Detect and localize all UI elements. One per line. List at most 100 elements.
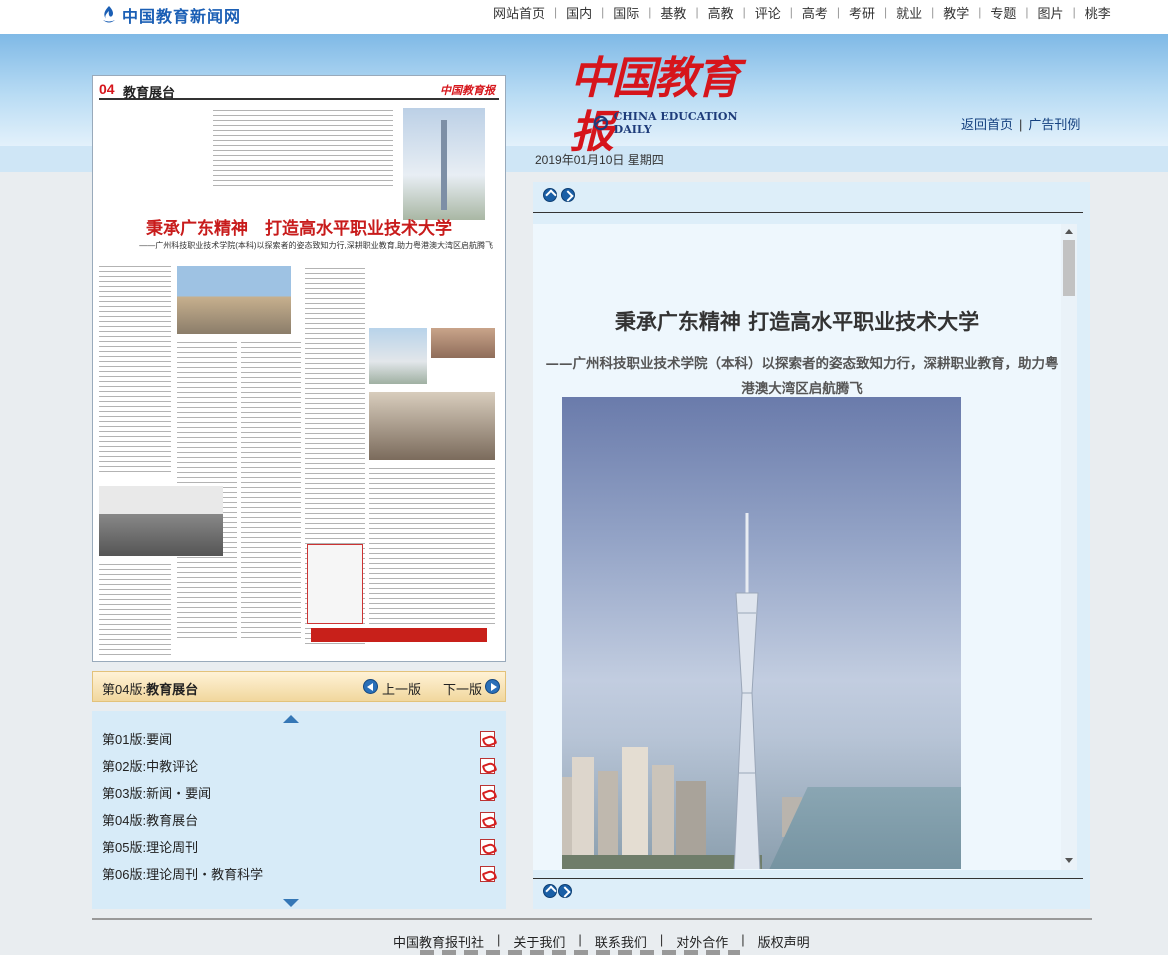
page-list-item[interactable]: 第02版:中教评论 [92, 753, 506, 780]
pdf-icon[interactable] [480, 758, 495, 774]
footer-separator: | [741, 932, 745, 947]
page-number: 第06版: [102, 867, 147, 882]
pdf-icon[interactable] [480, 839, 495, 855]
thumbnail-column [241, 340, 301, 640]
nav-link[interactable]: 教学 [934, 3, 978, 22]
page-thumbnail[interactable]: 04 教育展台 中国教育报 秉承广东精神 打造高水平职业技术大学 ——广州科技职… [92, 75, 506, 662]
scroll-down-icon[interactable] [283, 899, 299, 907]
home-icon[interactable] [543, 188, 557, 202]
forward-icon[interactable] [558, 884, 572, 898]
nav-link[interactable]: 专题 [981, 3, 1025, 22]
pdf-icon[interactable] [480, 731, 495, 747]
thumbnail-stadium-photo [369, 328, 427, 384]
page-name: 教育展台 [146, 813, 199, 828]
article-bottom-toolbar [543, 884, 572, 898]
thumbnail-column [369, 466, 495, 626]
canton-tower [733, 513, 761, 869]
thumbnail-deck: ——广州科技职业技术学院(本科)以探索者的姿态致知力行,深耕职业教育,助力粤港澳… [139, 241, 493, 250]
site-logo-text: 中国教育新闻网 [122, 7, 242, 26]
page-number: 第04版: [102, 813, 147, 828]
page-list-item[interactable]: 第03版:新闻・要闻 [92, 780, 506, 807]
page-number: 第05版: [102, 840, 147, 855]
current-page-name: 教育展台 [146, 682, 199, 697]
page-list-item[interactable]: 第04版:教育展台 [92, 807, 506, 834]
page-name: 理论周刊・教育科学 [146, 867, 264, 882]
flame-logo-icon [103, 6, 115, 23]
page-list-item[interactable]: 第06版:理论周刊・教育科学 [92, 861, 506, 888]
current-page-label: 第04版:教育展台 [102, 679, 198, 698]
thumbnail-headline: 秉承广东精神 打造高水平职业技术大学 [146, 219, 452, 238]
footer-separator: | [497, 932, 501, 947]
scroll-down-arrow-icon[interactable] [1065, 858, 1073, 863]
article-content: 秉承广东精神 打造高水平职业技术大学 ——广州科技职业技术学院（本科）以探索者的… [533, 224, 1061, 870]
article-panel: 秉承广东精神 打造高水平职业技术大学 ——广州科技职业技术学院（本科）以探索者的… [533, 182, 1090, 909]
footer-link[interactable]: 联系我们 [595, 932, 647, 951]
return-home-link[interactable]: 返回首页 [961, 117, 1013, 132]
footer-link[interactable]: 对外合作 [676, 932, 728, 951]
masthead-subtitle-row: CHINA EDUCATION DAILY [592, 110, 760, 136]
scroll-up-icon[interactable] [283, 715, 299, 723]
nav-link[interactable]: 图片 [1029, 3, 1073, 22]
article-subtitle: ——广州科技职业技术学院（本科）以探索者的姿态致知力行，深耕职业教育，助力粤港澳… [545, 356, 1059, 397]
home-icon[interactable] [543, 884, 557, 898]
prev-arrow-icon[interactable] [363, 679, 378, 694]
masthead-subtitle: CHINA EDUCATION DAILY [613, 110, 738, 136]
page-name: 要闻 [146, 732, 173, 747]
footer-link[interactable]: 关于我们 [513, 932, 565, 951]
thumbnail-header: 04 教育展台 中国教育报 [99, 80, 499, 100]
pdf-icon[interactable] [480, 785, 495, 801]
thumbnail-page-number: 04 [99, 81, 115, 97]
thumbnail-group-photo [99, 486, 223, 556]
masthead: 中国教育报 CHINA EDUCATION DAILY [570, 52, 760, 158]
footer-separator: | [659, 932, 664, 947]
page-navigation: 第04版:教育展台 上一版 下一版 [92, 671, 506, 702]
page-list: 第01版:要闻 第02版:中教评论 第03版:新闻・要闻 第04版:教育展台 第05版:… [92, 726, 506, 896]
footer-separator: | [578, 932, 582, 947]
forward-icon[interactable] [561, 188, 575, 202]
nav-link[interactable]: 高考 [793, 3, 837, 22]
prev-page-link[interactable]: 上一版 [382, 679, 421, 698]
issue-date: 2019年01月10日 星期四 [535, 153, 664, 167]
nav-link[interactable]: 基教 [651, 3, 695, 22]
pdf-icon[interactable] [480, 866, 495, 882]
next-arrow-icon[interactable] [485, 679, 500, 694]
scroll-up-arrow-icon[interactable] [1065, 229, 1073, 234]
nav-link[interactable]: 网站首页 [484, 3, 554, 22]
nav-link[interactable]: 桃李 [1076, 3, 1120, 22]
page-number: 第03版: [102, 786, 147, 801]
next-page-link[interactable]: 下一版 [443, 679, 482, 698]
nav-link[interactable]: 国内 [557, 3, 601, 22]
top-navigation: 网站首页 | 国内 | 国际 | 基教 | 高教 | 评论 | 高考 | 考研 | 就业 | 教学 | 专题 | 图片 | 桃李 [484, 0, 1120, 24]
thumbnail-campus-photo [177, 266, 291, 334]
article-scrollbar[interactable] [1061, 224, 1077, 870]
nav-link[interactable]: 国际 [604, 3, 648, 22]
scrollbar-thumb[interactable] [1063, 240, 1075, 296]
footer-link[interactable]: 中国教育报刊社 [393, 932, 484, 951]
page-list-panel: 第01版:要闻 第02版:中教评论 第03版:新闻・要闻 第04版:教育展台 第05版:… [92, 711, 506, 909]
masthead-title: 中国教育报 [570, 53, 740, 158]
page-name: 理论周刊 [146, 840, 199, 855]
thumbnail-building-photo [431, 328, 495, 358]
thumbnail-red-banner [311, 628, 487, 642]
page-list-item[interactable]: 第01版:要闻 [92, 726, 506, 753]
nav-link[interactable]: 高教 [699, 3, 743, 22]
page-number: 第01版: [102, 732, 147, 747]
footer-divider [92, 918, 1092, 920]
thumbnail-section: 教育展台 [123, 85, 176, 100]
ad-rates-link[interactable]: 广告刊例 [1028, 117, 1080, 132]
footer-link[interactable]: 版权声明 [758, 932, 810, 951]
nav-link[interactable]: 就业 [887, 3, 931, 22]
nav-link[interactable]: 考研 [840, 3, 884, 22]
swoosh-logo-icon [593, 115, 609, 131]
divider [533, 212, 1083, 213]
thumbnail-paper-logo: 中国教育报 [440, 84, 495, 97]
divider [533, 878, 1083, 879]
thumbnail-intro-text [213, 108, 393, 188]
thumbnail-classroom-photo [369, 392, 495, 460]
article-toolbar [543, 188, 575, 202]
nav-link[interactable]: 评论 [746, 3, 790, 22]
pdf-icon[interactable] [480, 812, 495, 828]
site-logo[interactable]: 中国教育新闻网 [100, 3, 241, 27]
page-list-item[interactable]: 第05版:理论周刊 [92, 834, 506, 861]
page-name: 新闻・要闻 [146, 786, 212, 801]
